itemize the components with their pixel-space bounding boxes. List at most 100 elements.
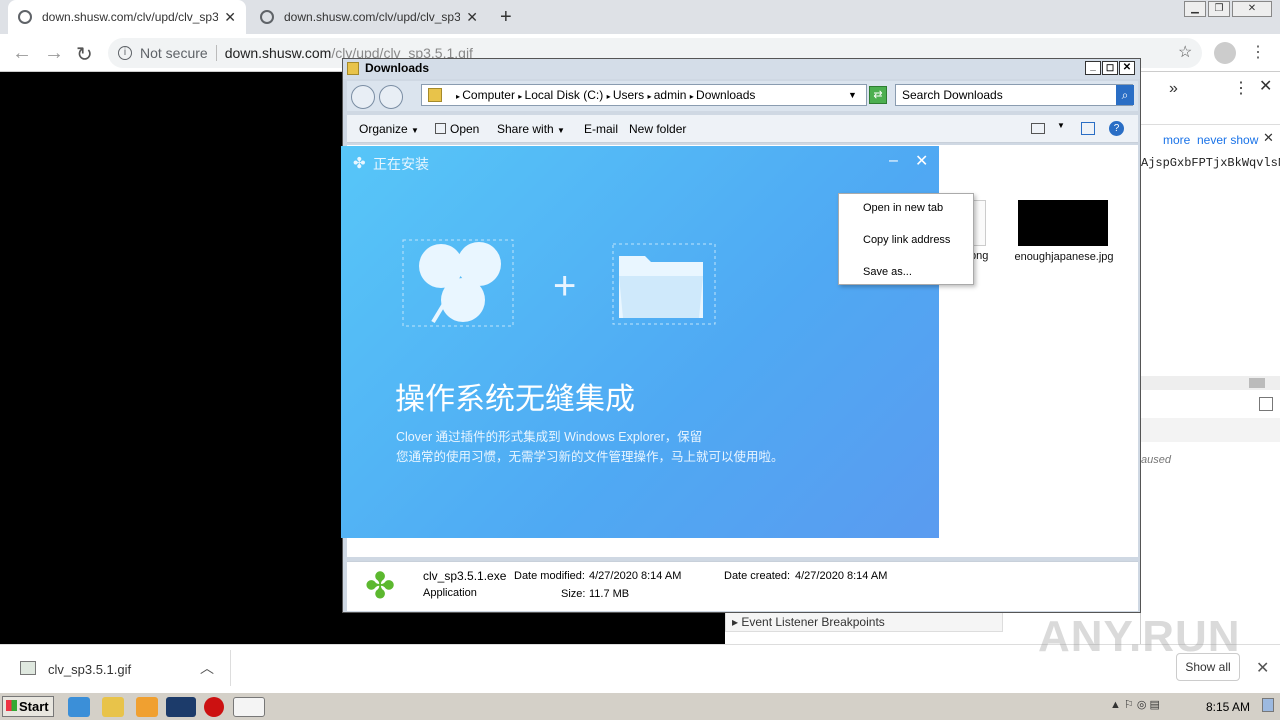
clover-taskbar-icon[interactable] xyxy=(233,697,265,717)
share-with-label: Share with xyxy=(497,122,554,136)
new-tab-button[interactable]: + xyxy=(500,6,512,29)
breadcrumb-admin[interactable]: admin xyxy=(654,88,687,102)
reload-icon[interactable]: ↻ xyxy=(76,42,93,67)
dismiss-icon[interactable]: ✕ xyxy=(1263,130,1274,146)
ie-icon[interactable] xyxy=(68,697,90,717)
detail-created-value: 4/27/2020 8:14 AM xyxy=(795,570,888,582)
refresh-icon[interactable]: ⇄ xyxy=(869,86,887,104)
clover-graphic xyxy=(402,239,514,327)
forward-icon[interactable] xyxy=(379,85,403,109)
detail-modified-label: Date modified: xyxy=(514,570,585,582)
windows-logo-icon xyxy=(6,700,17,711)
chrome-icon[interactable] xyxy=(166,697,196,717)
tab-active[interactable]: down.shusw.com/clv/upd/clv_sp3.5 ✕ xyxy=(8,0,246,34)
tab-title: down.shusw.com/clv/upd/clv_sp3.5 xyxy=(42,10,219,24)
maximize-button[interactable]: ☐ xyxy=(1102,61,1118,75)
console-settings-icon[interactable] xyxy=(1259,397,1273,411)
event-listener-label: Event Listener Breakpoints xyxy=(741,615,885,629)
clock: 8:15 AM xyxy=(1206,700,1251,714)
breadcrumb-computer[interactable]: Computer xyxy=(462,88,515,102)
installer-headline: 操作系统无缝集成 xyxy=(395,383,635,416)
divider xyxy=(1141,124,1280,125)
breadcrumb-local-disk[interactable]: Local Disk (C:) xyxy=(525,88,604,102)
search-icon[interactable]: ⌕ xyxy=(1116,85,1134,105)
minimize-window-button[interactable]: ▁ xyxy=(1184,1,1206,17)
close-icon[interactable]: ✕ xyxy=(1256,658,1269,678)
detail-type: Application xyxy=(423,587,477,599)
start-label: Start xyxy=(19,699,49,714)
menu-item-save-as[interactable]: Save as... xyxy=(863,266,912,278)
panel-bar xyxy=(1141,418,1280,442)
organize-button[interactable]: Organize ▼ xyxy=(359,122,419,136)
plus-icon: + xyxy=(553,264,577,308)
file-thumbnail[interactable] xyxy=(1018,200,1108,246)
info-icon[interactable]: i xyxy=(118,46,132,60)
open-label: Open xyxy=(450,122,480,136)
close-tab-icon[interactable]: ✕ xyxy=(466,9,478,26)
download-item[interactable]: clv_sp3.5.1.gif xyxy=(48,662,131,677)
breadcrumb-users[interactable]: Users xyxy=(613,88,644,102)
media-player-icon[interactable] xyxy=(136,697,158,717)
search-placeholder: Search Downloads xyxy=(902,88,1003,102)
menu-item-copy-link[interactable]: Copy link address xyxy=(863,234,950,246)
close-window-button[interactable]: ✕ xyxy=(1232,1,1272,17)
installer-description-line2: 您通常的使用习惯，无需学习新的文件管理操作，马上就可以使用啦。 xyxy=(396,450,784,464)
email-button[interactable]: E-mail xyxy=(584,122,618,136)
new-folder-button[interactable]: New folder xyxy=(629,122,686,136)
minimize-button[interactable]: _ xyxy=(1085,61,1101,75)
never-show-link[interactable]: never show xyxy=(1197,133,1258,147)
detail-modified-value: 4/27/2020 8:14 AM xyxy=(589,570,682,582)
chevron-down-icon[interactable]: ▼ xyxy=(1057,121,1065,130)
close-tab-icon[interactable]: ✕ xyxy=(224,9,236,26)
file-name[interactable]: enoughjapanese.jpg xyxy=(1012,250,1116,264)
back-icon[interactable]: ← xyxy=(12,42,32,65)
restore-window-button[interactable]: ❐ xyxy=(1208,1,1230,17)
close-icon[interactable]: ✕ xyxy=(915,151,928,171)
more-tabs-icon[interactable]: » xyxy=(1169,80,1178,98)
open-button[interactable]: Open xyxy=(435,122,479,136)
start-button[interactable]: Start xyxy=(2,696,54,717)
share-with-button[interactable]: Share with ▼ xyxy=(497,122,565,136)
preview-pane-icon[interactable] xyxy=(1081,122,1095,135)
divider xyxy=(230,650,231,686)
organize-label: Organize xyxy=(359,122,408,136)
chrome-menu-icon[interactable]: ⋮ xyxy=(1250,42,1266,62)
show-desktop-icon[interactable] xyxy=(1262,698,1274,712)
back-icon[interactable] xyxy=(351,85,375,109)
folder-icon xyxy=(428,88,442,102)
url-host: down.shusw.com xyxy=(224,45,332,61)
watermark: ANY.RUN xyxy=(1038,612,1241,661)
context-menu: Open in new tab Copy link address Save a… xyxy=(838,193,974,285)
menu-item-open-new-tab[interactable]: Open in new tab xyxy=(863,202,943,214)
security-app-icon[interactable] xyxy=(204,697,224,717)
chevron-up-icon[interactable]: ︿ xyxy=(200,658,214,678)
detail-size-label: Size: xyxy=(561,588,586,600)
tray-icons[interactable]: ▲ ⚐ ◎ ▤ xyxy=(1110,698,1160,711)
scrollbar-thumb[interactable] xyxy=(1249,378,1265,388)
tab-inactive[interactable]: down.shusw.com/clv/upd/clv_sp3.5 ✕ xyxy=(250,0,488,34)
more-link[interactable]: more xyxy=(1163,133,1190,147)
breadcrumb-downloads[interactable]: Downloads xyxy=(696,88,755,102)
close-button[interactable]: ✕ xyxy=(1119,61,1135,75)
forward-icon[interactable]: → xyxy=(44,42,64,65)
chevron-down-icon[interactable]: ▼ xyxy=(848,85,857,105)
devtools-close-icon[interactable]: ✕ xyxy=(1259,76,1272,96)
search-input[interactable]: Search Downloads ⌕ xyxy=(895,84,1134,106)
breadcrumb[interactable]: ▸ Computer ▸ Local Disk (C:) ▸ Users ▸ a… xyxy=(421,84,867,106)
clover-app-icon: ✤ xyxy=(365,565,396,606)
event-listener-breakpoints[interactable]: ▸ Event Listener Breakpoints xyxy=(725,612,1003,632)
divider xyxy=(215,45,217,61)
explorer-icon[interactable] xyxy=(102,697,124,717)
paused-label: aused xyxy=(1141,454,1171,466)
minimize-icon[interactable]: – xyxy=(889,152,898,170)
open-icon xyxy=(435,123,446,134)
devtools-menu-icon[interactable]: ⋮ xyxy=(1233,78,1249,98)
explorer-title: Downloads xyxy=(365,61,430,75)
profile-avatar[interactable] xyxy=(1214,42,1236,64)
devtools-panel: » ⋮ ✕ more never show ✕ AjspGxbFPTjxBkWq… xyxy=(1140,72,1280,644)
bookmark-star-icon[interactable]: ☆ xyxy=(1178,42,1192,62)
help-icon[interactable]: ? xyxy=(1109,121,1124,136)
installer-description-line1: Clover 通过插件的形式集成到 Windows Explorer，保留 xyxy=(396,430,703,444)
globe-icon xyxy=(18,10,32,24)
view-icon[interactable] xyxy=(1031,123,1045,134)
